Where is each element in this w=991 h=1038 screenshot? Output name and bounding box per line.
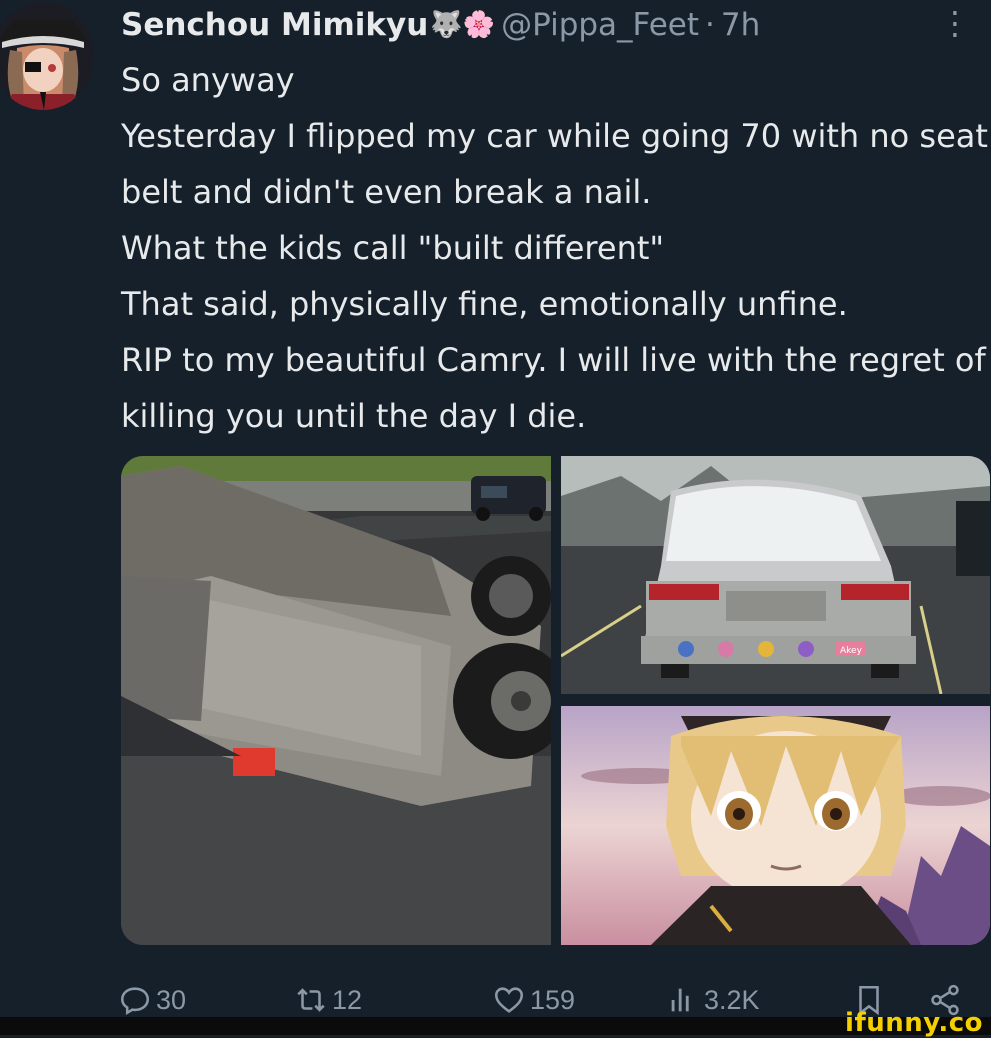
name-emojis: 🐺🌸	[430, 10, 496, 40]
tweet-text: So anyway Yesterday I flipped my car whi…	[121, 61, 988, 435]
photo-snowy-camry[interactable]: Akey	[561, 456, 990, 694]
views-icon	[671, 988, 689, 1012]
display-name[interactable]: Senchou Mimikyu	[121, 7, 428, 43]
retweet-button[interactable]: 12	[294, 980, 362, 1020]
sticker-akey: Akey	[840, 646, 863, 656]
user-handle[interactable]: @Pippa_Feet	[501, 7, 699, 43]
separator-dot: ·	[705, 7, 715, 43]
tweet-action-bar: 30 12 159 3.2K	[0, 980, 991, 1020]
photo-flipped-car[interactable]	[121, 456, 551, 945]
more-options-icon[interactable]: ⋮	[939, 4, 971, 42]
like-count: 159	[530, 984, 576, 1015]
views-button[interactable]: 3.2K	[666, 980, 760, 1020]
view-count: 3.2K	[704, 984, 760, 1015]
watermark-bar	[0, 1017, 991, 1035]
avatar[interactable]	[0, 2, 94, 110]
retweet-count: 12	[332, 984, 363, 1015]
ifunny-watermark: ifunny.co	[845, 1008, 983, 1038]
avatar-image	[0, 2, 94, 110]
heart-icon	[494, 987, 524, 1013]
reply-icon	[120, 987, 150, 1015]
like-button[interactable]: 159	[492, 980, 575, 1020]
tweet-header: Senchou Mimikyu 🐺🌸 @Pippa_Feet · 7h	[121, 0, 981, 50]
media-grid[interactable]: Akey	[121, 456, 990, 945]
retweet-icon	[297, 988, 325, 1012]
timestamp[interactable]: 7h	[721, 7, 760, 43]
reply-button[interactable]: 30	[118, 980, 186, 1020]
photo-anime-character[interactable]	[561, 706, 990, 945]
reply-count: 30	[156, 984, 187, 1015]
